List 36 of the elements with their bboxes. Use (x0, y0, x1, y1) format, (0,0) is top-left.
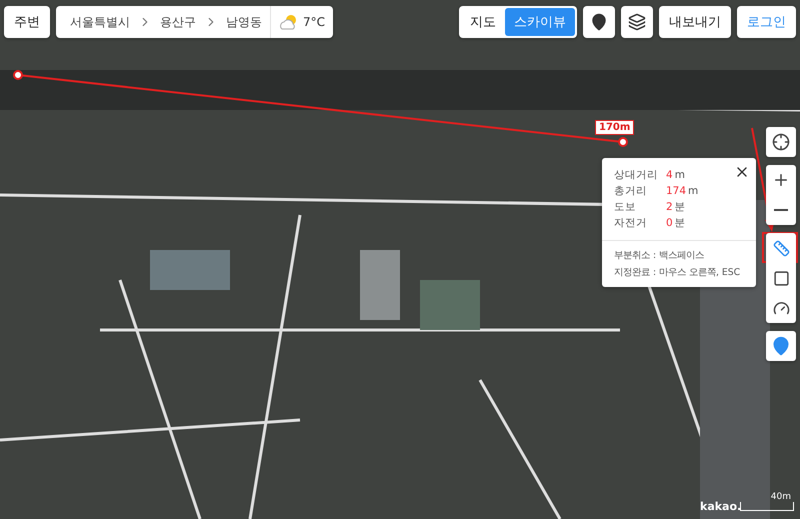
measure-label: 총거리 (614, 184, 648, 198)
scale-label: 40m (770, 492, 791, 502)
breadcrumb-item[interactable]: 남영동 (226, 14, 262, 30)
measure-unit: 분 (674, 200, 686, 214)
measure-unit: m (688, 184, 698, 198)
measure-value: 0 (666, 216, 673, 230)
plus-icon (772, 171, 790, 189)
ruler-icon (772, 240, 790, 256)
export-button[interactable]: 내보내기 (659, 6, 731, 38)
hint-text: 부분취소 : 백스페이스 (614, 249, 706, 262)
measure-label: 자전거 (614, 216, 648, 230)
temperature: 7°C (303, 15, 326, 29)
measure-value: 174 (666, 184, 686, 198)
segment-distance-label: 170m (595, 120, 634, 135)
measure-unit: m (674, 168, 685, 182)
measure-value: 2 (666, 200, 673, 214)
measure-value: 4 (666, 168, 673, 182)
breadcrumb-item[interactable]: 서울특별시 (70, 14, 130, 30)
roadview-button[interactable] (583, 6, 615, 38)
measure-label: 상대거리 (614, 168, 659, 182)
measure-unit: 분 (674, 216, 686, 230)
radius-icon (772, 300, 790, 316)
hint-text: 지정완료 : 마우스 오른쪽, ESC (614, 266, 742, 279)
nearby-button[interactable]: 주변 (4, 6, 50, 38)
map-logo: kakao. (700, 500, 742, 513)
layers-button[interactable] (621, 6, 653, 38)
crosshair-icon (772, 133, 790, 151)
area-icon (772, 270, 790, 286)
map-type-tab[interactable]: 지도 (461, 8, 505, 36)
layers-icon (628, 13, 646, 31)
measure-label: 도보 (614, 200, 637, 214)
minus-icon (774, 209, 788, 211)
pin-icon (590, 13, 608, 31)
pin-icon (771, 336, 791, 356)
breadcrumb-item[interactable]: 용산구 (160, 14, 196, 30)
weather-icon (279, 13, 299, 31)
